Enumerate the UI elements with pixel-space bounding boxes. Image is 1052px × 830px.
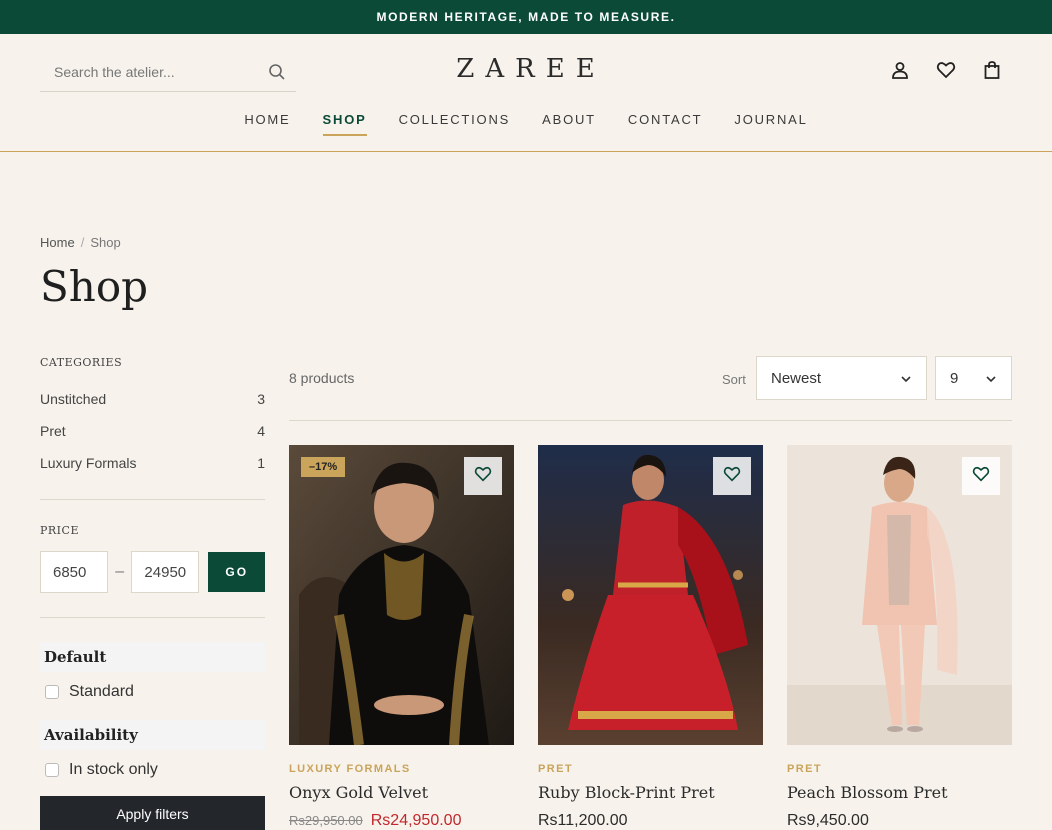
chevron-down-icon xyxy=(985,372,997,384)
nav-journal[interactable]: JOURNAL xyxy=(734,112,807,136)
breadcrumb: Home / Shop xyxy=(40,235,121,250)
category-count: 1 xyxy=(257,455,265,471)
product-category: PRET xyxy=(538,763,573,775)
cart-bag-icon[interactable] xyxy=(982,60,1002,80)
nav-contact[interactable]: CONTACT xyxy=(628,112,702,136)
category-item-luxury-formals[interactable]: Luxury Formals 1 xyxy=(40,447,265,479)
category-count: 4 xyxy=(257,423,265,439)
product-image-peach-blossom-pret[interactable] xyxy=(787,445,1012,745)
price-go-button[interactable]: GO xyxy=(208,552,265,592)
breadcrumb-current: Shop xyxy=(90,235,121,250)
product-card[interactable]: PRET Ruby Block-Print Pret Rs11,200.00 xyxy=(538,445,763,830)
announcement-text: MODERN HERITAGE, MADE TO MEASURE. xyxy=(376,10,676,24)
wishlist-icon[interactable] xyxy=(936,60,956,80)
category-label: Unstitched xyxy=(40,391,107,407)
price-range-dash: – xyxy=(115,563,125,580)
product-name[interactable]: Onyx Gold Velvet xyxy=(289,783,514,802)
page-title: Shop xyxy=(40,262,148,311)
chevron-down-icon xyxy=(900,372,912,384)
product-card[interactable]: PRET Peach Blossom Pret Rs9,450.00 xyxy=(787,445,1012,830)
add-to-wishlist-button[interactable] xyxy=(962,457,1000,495)
heart-icon xyxy=(972,465,990,488)
category-item-pret[interactable]: Pret 4 xyxy=(40,415,265,447)
divider: PRICE – GO xyxy=(40,499,265,593)
product-price: Rs11,200.00 xyxy=(538,812,628,829)
shop-toolbar: 8 products Sort Newest 9 xyxy=(289,356,1012,421)
in-stock-label: In stock only xyxy=(69,761,158,778)
category-item-unstitched[interactable]: Unstitched 3 xyxy=(40,383,265,415)
breadcrumb-separator: / xyxy=(80,235,85,250)
default-group-title: Default xyxy=(40,642,265,672)
sort-label: Sort xyxy=(722,372,746,387)
per-page-select[interactable]: 9 xyxy=(935,356,1012,400)
price-max-input[interactable] xyxy=(131,551,200,593)
announcement-bar: MODERN HERITAGE, MADE TO MEASURE. xyxy=(0,0,1052,34)
nav-home[interactable]: HOME xyxy=(244,112,290,136)
site-header: ZAREE HOME SHOP COLLECTIONS ABOUT CONTAC… xyxy=(0,34,1052,152)
product-price: Rs29,950.00 Rs24,950.00 xyxy=(289,812,514,830)
product-category: LUXURY FORMALS xyxy=(289,763,411,775)
product-category: PRET xyxy=(787,763,822,775)
add-to-wishlist-button[interactable] xyxy=(713,457,751,495)
price-range: – GO xyxy=(40,551,265,593)
heart-icon xyxy=(474,465,492,488)
header-actions xyxy=(890,60,1002,80)
sale-price: Rs24,950.00 xyxy=(370,812,462,829)
account-icon[interactable] xyxy=(890,60,910,80)
categories-heading: CATEGORIES xyxy=(40,356,123,369)
divider: Default Standard Availability In stock o… xyxy=(40,617,265,830)
product-count: 8 products xyxy=(289,370,355,386)
category-count: 3 xyxy=(257,391,265,407)
standard-option[interactable]: Standard xyxy=(40,672,265,712)
in-stock-checkbox[interactable] xyxy=(45,763,59,777)
main-nav: HOME SHOP COLLECTIONS ABOUT CONTACT JOUR… xyxy=(0,112,1052,136)
product-name[interactable]: Ruby Block-Print Pret xyxy=(538,783,763,802)
nav-about[interactable]: ABOUT xyxy=(542,112,596,136)
apply-filters-button[interactable]: Apply filters xyxy=(40,796,265,830)
product-name[interactable]: Peach Blossom Pret xyxy=(787,783,1012,802)
discount-badge: –17% xyxy=(301,457,346,477)
category-label: Pret xyxy=(40,423,66,439)
heart-icon xyxy=(723,465,741,488)
product-grid: –17% LUXURY FORMALS Onyx Gold Velvet Rs2… xyxy=(289,445,1012,830)
product-image-onyx-gold-velvet[interactable]: –17% xyxy=(289,445,514,745)
sort-select[interactable]: Newest xyxy=(756,356,927,400)
add-to-wishlist-button[interactable] xyxy=(464,457,502,495)
price-min-input[interactable] xyxy=(40,551,108,593)
category-label: Luxury Formals xyxy=(40,455,137,471)
original-price: Rs29,950.00 xyxy=(289,813,363,828)
per-page-value: 9 xyxy=(950,369,959,387)
product-card[interactable]: –17% LUXURY FORMALS Onyx Gold Velvet Rs2… xyxy=(289,445,514,830)
in-stock-option[interactable]: In stock only xyxy=(40,750,265,790)
standard-label: Standard xyxy=(69,683,134,700)
product-price: Rs9,450.00 xyxy=(787,812,869,829)
breadcrumb-home[interactable]: Home xyxy=(40,235,75,250)
standard-checkbox[interactable] xyxy=(45,685,59,699)
filter-sidebar: CATEGORIES Unstitched 3 Pret 4 Luxury Fo… xyxy=(40,356,265,830)
product-image-ruby-block-print-pret[interactable] xyxy=(538,445,763,745)
sort-value: Newest xyxy=(771,369,822,387)
availability-group-title: Availability xyxy=(40,720,265,750)
price-heading: PRICE xyxy=(40,524,79,537)
nav-shop[interactable]: SHOP xyxy=(322,112,367,136)
nav-collections[interactable]: COLLECTIONS xyxy=(399,112,511,136)
